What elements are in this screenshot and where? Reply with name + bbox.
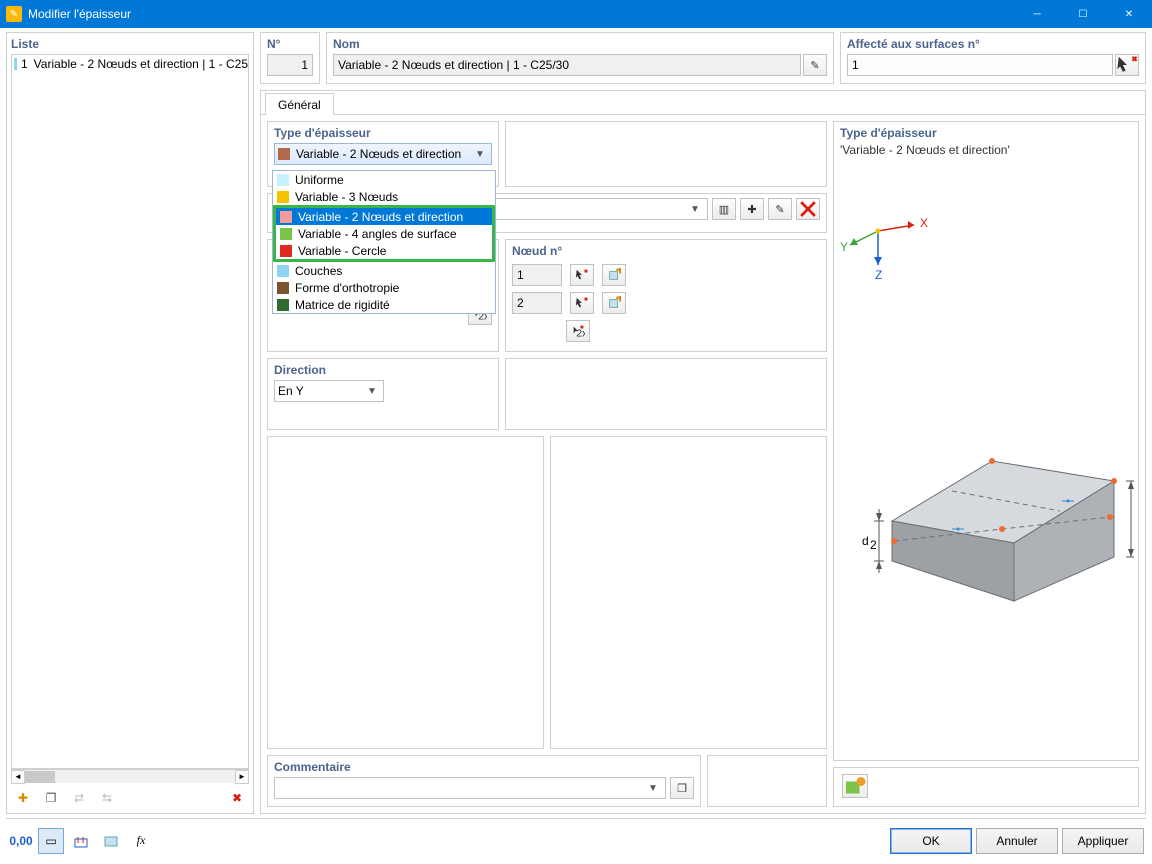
comment-label: Commentaire <box>274 760 694 774</box>
nom-label: Nom <box>333 37 827 51</box>
svg-text:✚: ✚ <box>616 296 621 304</box>
dropdown-option-orthotropy[interactable]: Forme d'orthotropie <box>273 279 495 296</box>
list-item-swatch <box>14 58 17 70</box>
swatch-icon <box>277 191 289 203</box>
material-library-button[interactable]: ▥ <box>712 198 736 220</box>
type-label: Type d'épaisseur <box>274 126 492 140</box>
chevron-down-icon: ▼ <box>364 386 380 397</box>
direction-combo[interactable]: En Y ▼ <box>274 380 384 402</box>
swatch-icon <box>277 282 289 294</box>
preview-svg: X Y Z <box>838 126 1134 756</box>
scroll-left-icon[interactable]: ◄ <box>11 770 25 784</box>
svg-text:✚: ✚ <box>616 268 621 276</box>
thickness-list[interactable]: 1 Variable - 2 Nœuds et direction | 1 - … <box>11 54 249 769</box>
thickness-type-combo[interactable]: Variable - 2 Nœuds et direction ▼ <box>274 143 492 165</box>
maximize-button[interactable]: ☐ <box>1060 0 1106 28</box>
duplicate-item-button[interactable]: ❐ <box>39 787 63 809</box>
comment-combo[interactable]: ▼ <box>274 777 666 799</box>
svg-text:d: d <box>862 534 869 548</box>
chevron-down-icon: ▼ <box>472 149 488 160</box>
node1-pick-button[interactable] <box>570 264 594 286</box>
svg-text:Z: Z <box>875 268 882 282</box>
nodes-label: Nœud n° <box>512 244 820 258</box>
cancel-button[interactable]: Annuler <box>976 828 1058 854</box>
list-item[interactable]: 1 Variable - 2 Nœuds et direction | 1 - … <box>12 55 248 73</box>
scroll-thumb[interactable] <box>25 771 55 783</box>
swatch-icon <box>280 211 292 223</box>
nodes-multi-button[interactable]: 2x <box>566 320 590 342</box>
pick-surfaces-button[interactable] <box>1115 54 1139 76</box>
no-field: 1 <box>267 54 313 76</box>
delete-item-button[interactable]: ✖ <box>225 787 249 809</box>
minimize-button[interactable]: ─ <box>1014 0 1060 28</box>
swatch-icon <box>277 174 289 186</box>
node2-new-button[interactable]: ✚ <box>602 292 626 314</box>
view-mode-2-button[interactable] <box>68 828 94 854</box>
chevron-down-icon: ▼ <box>645 783 661 794</box>
dropdown-option-4angles[interactable]: Variable - 4 angles de surface <box>276 225 492 242</box>
node2-pick-button[interactable] <box>570 292 594 314</box>
preview-settings-button[interactable] <box>842 774 868 798</box>
node1-input[interactable] <box>512 264 562 286</box>
view-mode-3-button[interactable] <box>98 828 124 854</box>
svg-text:Y: Y <box>840 240 848 254</box>
list-horizontal-scrollbar[interactable]: ◄ ► <box>11 769 249 783</box>
window-title: Modifier l'épaisseur <box>28 7 1014 21</box>
swatch-icon <box>280 245 292 257</box>
apply-button[interactable]: Appliquer <box>1062 828 1144 854</box>
svg-text:X: X <box>920 216 928 230</box>
preview-viewport: X Y Z <box>838 126 1134 756</box>
view-mode-1-button[interactable]: ▭ <box>38 828 64 854</box>
list-label: Liste <box>11 37 249 51</box>
dropdown-option-circle[interactable]: Variable - Cercle <box>276 242 492 259</box>
no-label: N° <box>267 37 313 51</box>
nom-field: Variable - 2 Nœuds et direction | 1 - C2… <box>333 54 801 76</box>
ok-button[interactable]: OK <box>890 828 972 854</box>
scroll-right-icon[interactable]: ► <box>235 770 249 784</box>
unlink-button: ⇆ <box>95 787 119 809</box>
new-item-button[interactable]: ✚ <box>11 787 35 809</box>
chevron-down-icon: ▼ <box>687 204 703 215</box>
empty-panel-2 <box>550 436 827 749</box>
units-button[interactable]: 0,00 <box>8 828 34 854</box>
comment-button[interactable]: ❐ <box>670 777 694 799</box>
empty-panel <box>505 358 827 430</box>
material-new-button[interactable]: ✚ <box>740 198 764 220</box>
list-item-number: 1 <box>21 57 28 71</box>
thickness-type-dropdown[interactable]: Uniforme Variable - 3 Nœuds Variable - 2… <box>272 170 496 314</box>
material-edit-button[interactable]: ✎ <box>768 198 792 220</box>
direction-label: Direction <box>274 363 492 377</box>
material-delete-button[interactable] <box>796 198 820 220</box>
list-item-text: Variable - 2 Nœuds et direction | 1 - C2… <box>34 57 248 71</box>
swatch-icon <box>277 265 289 277</box>
node2-input[interactable] <box>512 292 562 314</box>
function-button[interactable]: fx <box>128 828 154 854</box>
node1-new-button[interactable]: ✚ <box>602 264 626 286</box>
swatch-icon <box>280 228 292 240</box>
swatch-icon <box>277 299 289 311</box>
aff-field[interactable]: 1 <box>847 54 1113 76</box>
combo-swatch-icon <box>278 148 290 160</box>
close-button[interactable]: ✕ <box>1106 0 1152 28</box>
dropdown-option-uniform[interactable]: Uniforme <box>273 171 495 188</box>
svg-text:2: 2 <box>870 538 877 552</box>
app-icon: ✎ <box>6 6 22 22</box>
tab-general[interactable]: Général <box>265 93 334 115</box>
dropdown-option-2nodes-direction[interactable]: Variable - 2 Nœuds et direction <box>276 208 492 225</box>
edit-name-button[interactable]: ✎ <box>803 54 827 76</box>
svg-text:2x: 2x <box>576 327 585 338</box>
dropdown-option-layers[interactable]: Couches <box>273 262 495 279</box>
aff-label: Affecté aux surfaces n° <box>847 37 1139 51</box>
empty-panel-1 <box>267 436 544 749</box>
comment-side-panel <box>707 755 827 807</box>
link-button: ⇄ <box>67 787 91 809</box>
dropdown-option-3nodes[interactable]: Variable - 3 Nœuds <box>273 188 495 205</box>
dropdown-option-stiffness[interactable]: Matrice de rigidité <box>273 296 495 313</box>
blank-panel <box>505 121 827 187</box>
